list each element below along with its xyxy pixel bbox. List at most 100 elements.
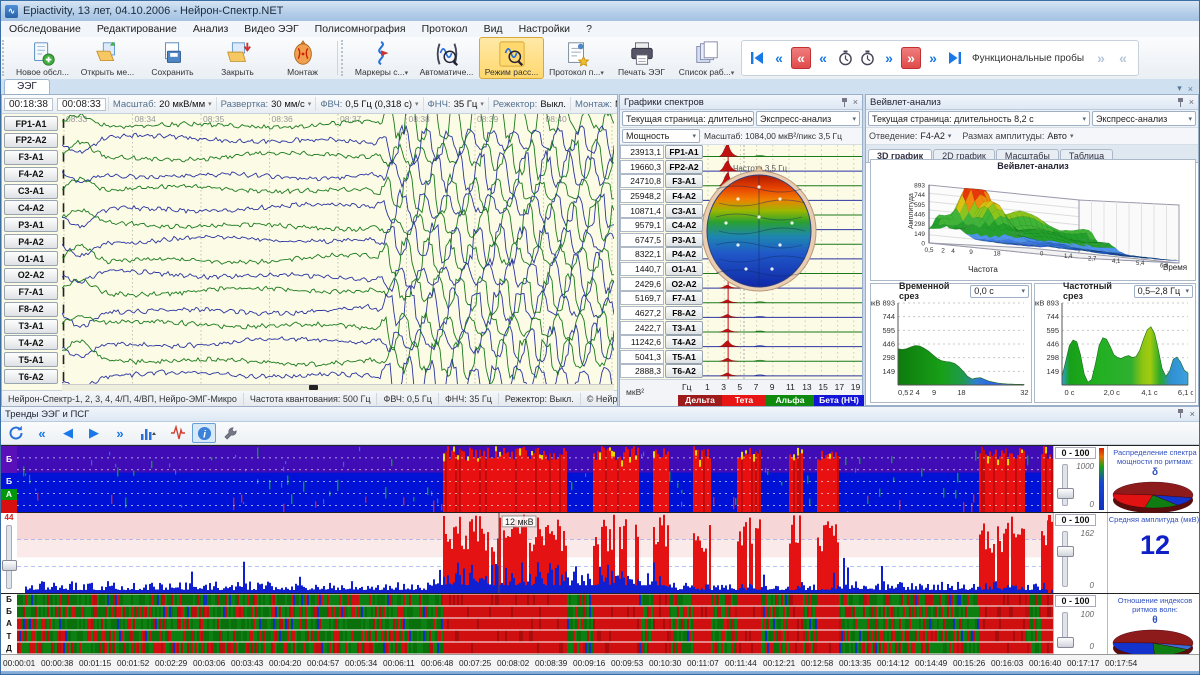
- eeg-param-4[interactable]: Режектор:Выкл.: [488, 97, 570, 111]
- tab-close-icon[interactable]: ×: [1188, 84, 1193, 94]
- spectrum-channel-button[interactable]: T3-A1: [665, 321, 703, 335]
- trend-slider-track[interactable]: [1062, 464, 1068, 506]
- trends-button-histogram[interactable]: [134, 423, 164, 443]
- toolbar-button-montage[interactable]: Монтаж: [270, 37, 335, 79]
- nav-button-7[interactable]: »: [901, 47, 921, 69]
- spectrum-page-select[interactable]: Текущая страница: длительность 8,2 с▾: [622, 111, 754, 126]
- spectrum-channel-button[interactable]: O2-A2: [665, 277, 703, 291]
- trends-button-fast-backward[interactable]: «: [30, 423, 54, 443]
- nav-button-8[interactable]: »: [923, 47, 943, 69]
- spectrum-channel-button[interactable]: FP1-A1: [665, 145, 703, 159]
- tab-eeg[interactable]: ЭЭГ: [4, 79, 50, 94]
- menu-item-1[interactable]: Редактирование: [89, 23, 185, 35]
- nav-button-5[interactable]: [857, 47, 877, 69]
- trend-slider-thumb[interactable]: [1057, 637, 1074, 648]
- trend-slider-thumb[interactable]: [1057, 546, 1074, 557]
- menu-item-8[interactable]: ?: [578, 23, 600, 35]
- trends-button-step-forward[interactable]: ▶: [82, 423, 106, 443]
- spectrum-channel-button[interactable]: C4-A2: [665, 218, 703, 232]
- dropdown-arrow-icon[interactable]: ▾: [600, 69, 604, 77]
- trends-button-wrench[interactable]: [218, 423, 242, 443]
- toolbar-button-save[interactable]: Сохранить: [140, 37, 205, 79]
- channel-button-C4-A2[interactable]: C4-A2: [4, 200, 58, 215]
- amplitude-slider-thumb[interactable]: [2, 560, 17, 571]
- channel-button-F3-A1[interactable]: F3-A1: [4, 150, 58, 165]
- trend-slider-thumb[interactable]: [1057, 488, 1074, 499]
- nav-button-3[interactable]: «: [813, 47, 833, 69]
- eeg-param-2[interactable]: ФВЧ:0,5 Гц (0,318 с)▾: [315, 97, 422, 111]
- nav-button-4[interactable]: [835, 47, 855, 69]
- nav-fragment-button-1[interactable]: «: [1113, 47, 1133, 69]
- menu-item-3[interactable]: Видео ЭЭГ: [236, 23, 306, 35]
- close-icon[interactable]: ×: [1189, 97, 1194, 107]
- trends-button-info[interactable]: i: [192, 423, 216, 443]
- trend-plot-1[interactable]: 12 мкВ: [17, 513, 1053, 593]
- channel-button-P3-A1[interactable]: P3-A1: [4, 217, 58, 232]
- spectrum-channel-button[interactable]: O1-A1: [665, 262, 703, 276]
- pin-icon[interactable]: [1177, 98, 1184, 107]
- toolbar-button-worklist[interactable]: Список раб... ▾: [674, 37, 739, 79]
- eeg-param-3[interactable]: ФНЧ:35 Гц▾: [423, 97, 488, 111]
- channel-button-P4-A2[interactable]: P4-A2: [4, 234, 58, 249]
- pin-icon[interactable]: [841, 98, 848, 107]
- eeg-plot[interactable]: FP1-A1 FP2-A2 F3-A1 F4-A2 C3-A1C4-A2 P3-A1 P4-…: [2, 114, 617, 390]
- menu-item-4[interactable]: Полисомнография: [307, 23, 414, 35]
- menu-item-6[interactable]: Вид: [476, 23, 511, 35]
- spectrum-channel-button[interactable]: C3-A1: [665, 204, 703, 218]
- menu-item-5[interactable]: Протокол: [414, 23, 476, 35]
- wavelet-mode-select[interactable]: Экспресс-анализ▾: [1092, 111, 1196, 126]
- spectrum-channel-button[interactable]: FP2-A2: [665, 160, 703, 174]
- toolbar-button-print[interactable]: Печать ЭЭГ: [609, 37, 674, 79]
- eeg-scrollbar[interactable]: [62, 384, 614, 391]
- spectrum-mode-select[interactable]: Экспресс-анализ▾: [756, 111, 860, 126]
- channel-button-FP2-A2[interactable]: FP2-A2: [4, 133, 58, 148]
- eeg-param-0[interactable]: Масштаб:20 мкВ/мм▾: [108, 97, 216, 111]
- nav-button-0[interactable]: [747, 47, 767, 69]
- channel-button-C3-A1[interactable]: C3-A1: [4, 184, 58, 199]
- spectrum-channel-button[interactable]: F3-A1: [665, 174, 703, 188]
- spectrum-channel-button[interactable]: F7-A1: [665, 291, 703, 305]
- eeg-param-1[interactable]: Развертка:30 мм/с▾: [216, 97, 316, 111]
- spectrum-channel-button[interactable]: F4-A2: [665, 189, 703, 203]
- spectrum-measure-select[interactable]: Мощность▾: [622, 129, 700, 143]
- trends-button-waveform[interactable]: [166, 423, 190, 443]
- menu-item-7[interactable]: Настройки: [511, 23, 579, 35]
- dropdown-arrow-icon[interactable]: ▾: [731, 69, 735, 77]
- channel-button-O2-A2[interactable]: O2-A2: [4, 268, 58, 283]
- trend-plot-0[interactable]: [17, 446, 1053, 512]
- channel-button-T4-A2[interactable]: T4-A2: [4, 335, 58, 350]
- freq-slice-select[interactable]: 0,5–2,8 Гц▾: [1134, 285, 1193, 298]
- close-icon[interactable]: ×: [853, 97, 858, 107]
- toolbar-button-markers[interactable]: Маркеры с... ▾: [349, 37, 414, 79]
- channel-button-T6-A2[interactable]: T6-A2: [4, 369, 58, 384]
- nav-button-2[interactable]: «: [791, 47, 811, 69]
- trends-button-refresh[interactable]: [4, 423, 28, 443]
- close-icon[interactable]: ×: [1189, 409, 1195, 420]
- spectrum-channel-button[interactable]: F8-A2: [665, 306, 703, 320]
- nav-button-1[interactable]: «: [769, 47, 789, 69]
- spectrum-channel-button[interactable]: P3-A1: [665, 233, 703, 247]
- lead-select[interactable]: F4-A2: [920, 131, 945, 141]
- eeg-traces[interactable]: 08:3308:3408:3508:3608:3708:3808:3908:40…: [62, 114, 614, 384]
- pin-icon[interactable]: [1177, 409, 1184, 418]
- amplitude-slider[interactable]: [6, 525, 12, 589]
- menu-item-2[interactable]: Анализ: [185, 23, 236, 35]
- nav-button-9[interactable]: [945, 47, 965, 69]
- amplitude-range-select[interactable]: Авто: [1047, 131, 1067, 141]
- spectrum-channel-button[interactable]: P4-A2: [665, 247, 703, 261]
- toolbar-button-protocol[interactable]: Протокол п... ▾: [544, 37, 609, 79]
- spectrum-channel-button[interactable]: T4-A2: [665, 335, 703, 349]
- toolbar-button-review-mode[interactable]: Режим расс...: [479, 37, 544, 79]
- trends-button-fast-forward[interactable]: »: [108, 423, 132, 443]
- eeg-param-5[interactable]: Монтаж:Monopolar 16▾: [570, 97, 617, 111]
- trend-plot-2[interactable]: [17, 594, 1053, 654]
- dropdown-arrow-icon[interactable]: ▾: [405, 69, 409, 77]
- channel-button-FP1-A1[interactable]: FP1-A1: [4, 116, 58, 131]
- toolbar-button-close-exam[interactable]: Закрыть: [205, 37, 270, 79]
- channel-button-O1-A1[interactable]: O1-A1: [4, 251, 58, 266]
- nav-fragment-button-0[interactable]: »: [1091, 47, 1111, 69]
- spectrum-channel-button[interactable]: T5-A1: [665, 350, 703, 364]
- channel-button-F4-A2[interactable]: F4-A2: [4, 167, 58, 182]
- channel-button-F8-A2[interactable]: F8-A2: [4, 302, 58, 317]
- wavelet-page-select[interactable]: Текущая страница: длительность 8,2 с▾: [868, 111, 1090, 126]
